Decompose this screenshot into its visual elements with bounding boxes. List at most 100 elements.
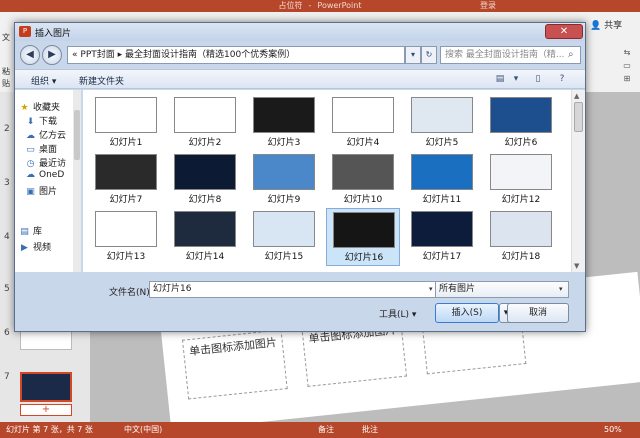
file-tile[interactable]: 幻灯片3 <box>247 94 321 152</box>
preview-pane-icon[interactable]: ▯ <box>531 74 545 85</box>
nav-scroll-thumb[interactable] <box>74 110 80 160</box>
close-button[interactable]: ✕ <box>545 24 583 39</box>
file-label: 幻灯片8 <box>188 195 222 205</box>
file-tile[interactable]: 幻灯片15 <box>247 208 321 266</box>
search-input[interactable]: 搜索 最全封面设计指南（精... <box>440 46 581 64</box>
file-thumbnail <box>411 154 473 190</box>
nav-item-label: 下载 <box>39 117 58 127</box>
file-label: 幻灯片3 <box>267 138 301 148</box>
file-tile[interactable]: 幻灯片5 <box>405 94 479 152</box>
arrow-left-icon: ◀ <box>26 49 34 60</box>
star-icon: ★ <box>20 103 29 113</box>
ribbon-tool-icon[interactable]: ▭ <box>614 61 640 74</box>
filetype-select[interactable]: 所有图片 <box>435 281 569 298</box>
file-tile[interactable]: 幻灯片13 <box>89 208 163 266</box>
forward-button[interactable]: ▶ <box>42 45 62 65</box>
new-folder-button[interactable]: 新建文件夹 <box>79 74 124 87</box>
breadcrumb-item[interactable]: 最全封面设计指南（精选100个优秀案例） <box>125 50 295 60</box>
address-dropdown-button[interactable]: ▾ <box>405 46 421 64</box>
file-label: 幻灯片17 <box>422 252 462 262</box>
nav-item[interactable]: ☁ 亿方云 <box>25 128 66 141</box>
desktop-icon: ▭ <box>26 145 35 155</box>
file-tile[interactable]: 幻灯片6 <box>484 94 558 152</box>
nav-scrollbar[interactable] <box>73 90 81 272</box>
file-tile[interactable]: 幻灯片4 <box>326 94 400 152</box>
language-status[interactable]: 中文(中国) <box>124 422 162 438</box>
dialog-title-bar[interactable]: P 插入图片 ✕ <box>15 23 585 41</box>
user-icon: 👤 <box>590 21 602 31</box>
file-label: 幻灯片13 <box>106 252 146 262</box>
file-grid-scrollbar[interactable]: ▲ ▼ <box>571 90 585 272</box>
file-tile[interactable]: 幻灯片10 <box>326 151 400 209</box>
file-tile[interactable]: 幻灯片1 <box>89 94 163 152</box>
breadcrumb-item[interactable]: PPT封面 <box>80 50 114 60</box>
file-thumbnail <box>174 97 236 133</box>
nav-item[interactable]: ▶ 视频 <box>19 240 51 253</box>
file-thumbnail <box>332 97 394 133</box>
scroll-up-icon[interactable]: ▲ <box>574 92 579 100</box>
file-thumbnail <box>174 154 236 190</box>
scroll-thumb[interactable] <box>574 102 583 132</box>
file-label: 幻灯片14 <box>185 252 225 262</box>
add-slide-button[interactable]: + <box>20 404 72 416</box>
file-tile[interactable]: 幻灯片7 <box>89 151 163 209</box>
nav-item[interactable]: ▤ 库 <box>19 224 42 237</box>
tools-menu[interactable]: 工具(L) ▾ <box>379 307 416 320</box>
file-tile[interactable]: 幻灯片12 <box>484 151 558 209</box>
nav-item-label: 最近访 <box>39 159 67 169</box>
ribbon-tool-icon[interactable]: ⇆ <box>614 48 640 61</box>
help-icon[interactable]: ? <box>555 74 569 85</box>
file-tile[interactable]: 幻灯片17 <box>405 208 479 266</box>
refresh-button[interactable]: ↻ <box>421 46 437 64</box>
cancel-button[interactable]: 取消 <box>507 303 569 323</box>
slide-number: 4 <box>4 232 10 242</box>
slide-number: 6 <box>4 328 10 338</box>
scroll-down-icon[interactable]: ▼ <box>574 262 579 270</box>
login-link[interactable]: 登录 <box>480 0 496 11</box>
nav-item[interactable]: ☁ OneD <box>25 170 64 183</box>
dialog-toolbar: 组织 ▾ 新建文件夹 ▤ ▾ ▯ ? <box>15 69 585 89</box>
nav-item[interactable]: ★ 收藏夹 <box>19 100 60 113</box>
view-options-icon[interactable]: ▤ <box>493 74 507 85</box>
file-thumbnail <box>253 97 315 133</box>
file-label: 幻灯片18 <box>501 252 541 262</box>
organize-button[interactable]: 组织 ▾ <box>31 74 56 87</box>
filename-input[interactable]: 幻灯片16 <box>149 281 441 298</box>
file-label: 幻灯片2 <box>188 138 222 148</box>
file-label: 幻灯片5 <box>425 138 459 148</box>
file-tile[interactable]: 幻灯片2 <box>168 94 242 152</box>
file-thumbnail <box>95 211 157 247</box>
nav-item[interactable]: ⬇ 下载 <box>25 114 57 127</box>
ribbon-file-tab[interactable]: 文 <box>2 32 10 43</box>
nav-item[interactable]: ◷ 最近访 <box>25 156 66 169</box>
nav-item[interactable]: ▣ 图片 <box>25 184 57 197</box>
zoom-level[interactable]: 50% <box>604 422 622 438</box>
chevron-down-icon[interactable]: ▾ <box>429 285 433 293</box>
file-label: 幻灯片15 <box>264 252 304 262</box>
address-bar[interactable]: « PPT封面 ▸ 最全封面设计指南（精选100个优秀案例） <box>67 46 405 64</box>
file-tile[interactable]: 幻灯片9 <box>247 151 321 209</box>
picture-icon: ▣ <box>26 187 35 197</box>
slide-thumbnail-active[interactable] <box>20 372 72 402</box>
file-tile[interactable]: 幻灯片18 <box>484 208 558 266</box>
nav-item-label: 收藏夹 <box>33 103 61 113</box>
back-button[interactable]: ◀ <box>20 45 40 65</box>
file-tile[interactable]: 幻灯片16 <box>326 208 400 266</box>
file-label: 幻灯片1 <box>109 138 143 148</box>
notes-button[interactable]: 备注 <box>318 422 334 438</box>
file-thumbnail <box>95 97 157 133</box>
insert-button[interactable]: 插入(S) <box>435 303 499 323</box>
comments-button[interactable]: 批注 <box>362 422 378 438</box>
arrow-right-icon: ▶ <box>48 49 56 60</box>
chevron-down-icon[interactable]: ▾ <box>509 74 523 85</box>
file-tile[interactable]: 幻灯片8 <box>168 151 242 209</box>
file-thumbnail <box>174 211 236 247</box>
file-tile[interactable]: 幻灯片11 <box>405 151 479 209</box>
nav-item[interactable]: ▭ 桌面 <box>25 142 57 155</box>
breadcrumb-separator-icon: ▸ <box>117 50 123 60</box>
file-thumbnail <box>490 211 552 247</box>
search-icon[interactable]: ⌕ <box>568 49 579 60</box>
app-name: PowerPoint <box>317 1 362 10</box>
file-tile[interactable]: 幻灯片14 <box>168 208 242 266</box>
ribbon-tool-icon[interactable]: ⊞ <box>614 74 640 87</box>
